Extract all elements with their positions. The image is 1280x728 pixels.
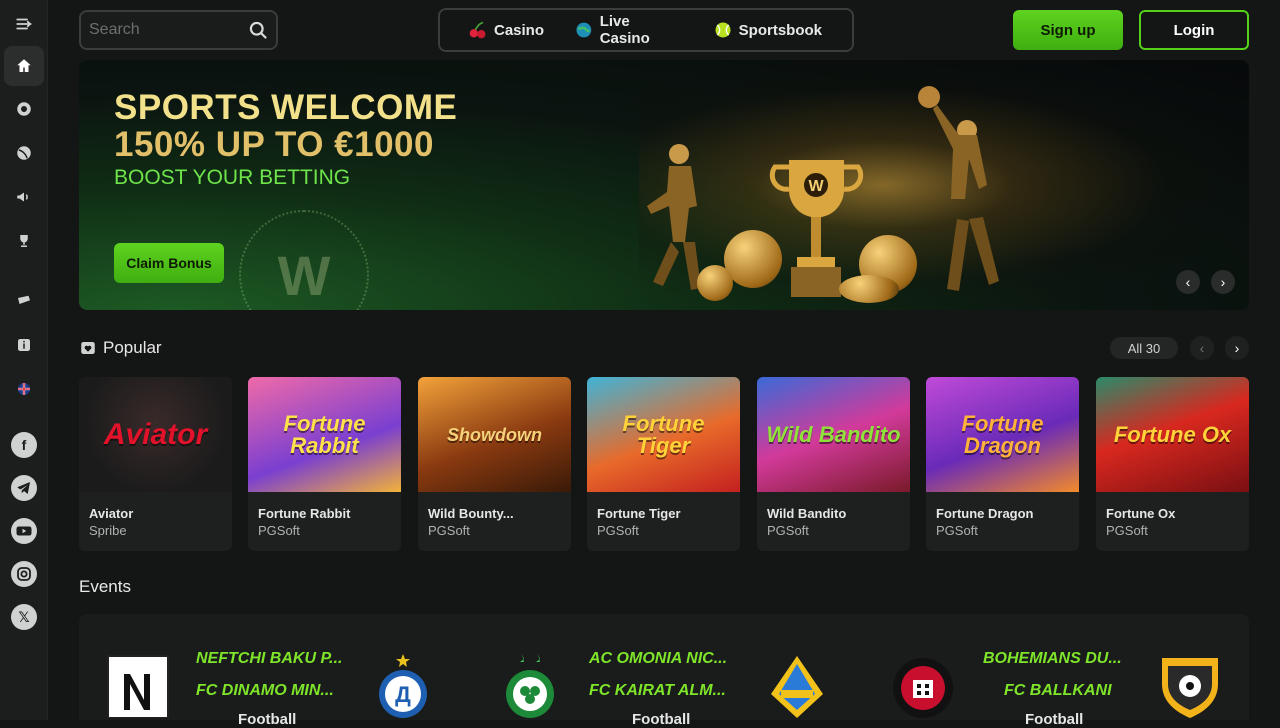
events-title: Events bbox=[79, 577, 131, 596]
sports-ball-icon[interactable] bbox=[4, 133, 44, 173]
top-bar: Casino Live Casino Sportsbook Sign up Lo… bbox=[48, 0, 1280, 60]
game-provider: PGSoft bbox=[597, 523, 639, 538]
game-thumbnail-title: Aviator bbox=[103, 417, 208, 451]
game-thumbnail: Fortune Ox bbox=[1096, 377, 1249, 492]
casino-chip-icon[interactable] bbox=[4, 89, 44, 129]
game-thumbnail: Fortune Tiger bbox=[587, 377, 740, 492]
game-thumbnail-title: Showdown bbox=[447, 424, 542, 445]
product-nav: Casino Live Casino Sportsbook bbox=[438, 8, 854, 52]
claim-bonus-button[interactable]: Claim Bonus bbox=[114, 243, 224, 283]
event-away-team[interactable]: FC DINAMO MIN... bbox=[196, 682, 334, 700]
menu-toggle-icon[interactable] bbox=[4, 4, 44, 44]
event-away-team[interactable]: FC KAIRAT ALM... bbox=[589, 682, 726, 700]
telegram-icon[interactable] bbox=[4, 468, 44, 508]
language-flag-uk-icon[interactable] bbox=[4, 369, 44, 409]
game-card[interactable]: Wild Bandito Wild Bandito PGSoft bbox=[757, 377, 910, 551]
promo-banner[interactable]: W SPORTS WELCOME 150% UP TO €1000 BOOST … bbox=[79, 60, 1249, 310]
game-provider: PGSoft bbox=[936, 523, 978, 538]
facebook-icon[interactable]: f bbox=[4, 425, 44, 465]
popular-all-button[interactable]: All 30 bbox=[1110, 337, 1178, 359]
banner-prev-arrow[interactable]: ‹ bbox=[1176, 270, 1200, 294]
game-name: Fortune Ox bbox=[1106, 506, 1176, 521]
team-crest-neftchi-icon bbox=[107, 655, 169, 718]
youtube-icon[interactable] bbox=[4, 511, 44, 551]
game-provider: PGSoft bbox=[1106, 523, 1148, 538]
game-thumbnail-title: Fortune Ox bbox=[1113, 421, 1232, 447]
info-icon[interactable] bbox=[4, 325, 44, 365]
tab-sportsbook-label: Sportsbook bbox=[738, 21, 822, 39]
game-card[interactable]: Fortune Ox Fortune Ox PGSoft bbox=[1096, 377, 1249, 551]
search-icon[interactable] bbox=[248, 20, 268, 40]
game-provider: PGSoft bbox=[258, 523, 300, 538]
game-provider: Spribe bbox=[89, 523, 127, 538]
game-card[interactable]: Fortune Dragon Fortune Dragon PGSoft bbox=[926, 377, 1079, 551]
team-crest-ballkani-icon bbox=[1162, 658, 1218, 718]
game-thumbnail: Showdown bbox=[418, 377, 571, 492]
login-button[interactable]: Login bbox=[1139, 10, 1249, 50]
game-thumbnail-title: Wild Bandito bbox=[766, 421, 901, 447]
football-illustration bbox=[839, 275, 899, 303]
events-panel: NEFTCHI BAKU P... FC DINAMO MIN... Footb… bbox=[79, 614, 1249, 728]
game-name: Wild Bandito bbox=[767, 506, 847, 521]
banner-title-line1: SPORTS WELCOME bbox=[114, 88, 458, 127]
game-provider: PGSoft bbox=[767, 523, 809, 538]
team-crest-omonia-icon bbox=[506, 654, 554, 718]
svg-text:W: W bbox=[808, 178, 824, 195]
popular-prev-arrow[interactable]: ‹ bbox=[1190, 336, 1214, 360]
team-crest-bohemians-icon bbox=[893, 658, 953, 718]
game-card[interactable]: Fortune Rabbit Fortune Rabbit PGSoft bbox=[248, 377, 401, 551]
game-card[interactable]: Showdown Wild Bounty... PGSoft bbox=[418, 377, 571, 551]
cherry-icon bbox=[469, 21, 486, 39]
ball-small-illustration bbox=[697, 265, 733, 301]
game-thumbnail: Wild Bandito bbox=[757, 377, 910, 492]
banner-w-logo: W bbox=[239, 210, 369, 310]
tab-live-casino-label: Live Casino bbox=[599, 13, 650, 47]
event-away-team[interactable]: FC BALLKANI bbox=[1004, 682, 1112, 700]
event-home-team[interactable]: NEFTCHI BAKU P... bbox=[196, 650, 342, 668]
game-thumbnail: Fortune Dragon bbox=[926, 377, 1079, 492]
heart-tag-icon bbox=[81, 342, 95, 354]
popular-heading: Popular bbox=[79, 338, 162, 358]
game-thumbnail-title: Fortune Rabbit bbox=[283, 410, 366, 458]
banner-title-line2: 150% UP TO €1000 bbox=[114, 125, 434, 164]
globe-icon bbox=[576, 22, 592, 38]
game-thumbnail: Aviator bbox=[79, 377, 232, 492]
game-thumbnail: Fortune Rabbit bbox=[248, 377, 401, 492]
game-name: Fortune Tiger bbox=[597, 506, 681, 521]
home-icon[interactable] bbox=[4, 46, 44, 86]
promotions-megaphone-icon[interactable] bbox=[4, 177, 44, 217]
game-thumbnail-title: Fortune Tiger bbox=[622, 410, 705, 458]
game-name: Fortune Dragon bbox=[936, 506, 1034, 521]
team-crest-kairat-icon bbox=[771, 656, 823, 718]
x-twitter-icon[interactable]: 𝕏 bbox=[4, 597, 44, 637]
banner-subtitle: BOOST YOUR BETTING bbox=[114, 166, 351, 189]
search-input[interactable] bbox=[89, 21, 239, 39]
search-box[interactable] bbox=[79, 10, 278, 50]
svg-text:Д: Д bbox=[395, 682, 411, 707]
event-home-team[interactable]: BOHEMIANS DU... bbox=[983, 650, 1122, 668]
game-provider: PGSoft bbox=[428, 523, 470, 538]
tab-live-casino[interactable]: Live Casino bbox=[574, 13, 683, 47]
popular-next-arrow[interactable]: › bbox=[1225, 336, 1249, 360]
basketball-player-illustration bbox=[918, 86, 999, 291]
sidebar: f 𝕏 bbox=[0, 0, 48, 720]
event-home-team[interactable]: AC OMONIA NIC... bbox=[589, 650, 727, 668]
signup-button[interactable]: Sign up bbox=[1013, 10, 1123, 50]
sportsbook-ticket-icon[interactable] bbox=[4, 281, 44, 321]
game-name: Fortune Rabbit bbox=[258, 506, 351, 521]
trophy-icon[interactable] bbox=[4, 221, 44, 261]
tab-casino[interactable]: Casino bbox=[468, 20, 544, 40]
instagram-icon[interactable] bbox=[4, 554, 44, 594]
game-name: Wild Bounty... bbox=[428, 506, 514, 521]
tab-casino-label: Casino bbox=[494, 21, 545, 39]
game-card[interactable]: Aviator Aviator Spribe bbox=[79, 377, 232, 551]
game-thumbnail-title: Fortune Dragon bbox=[961, 410, 1044, 458]
game-card[interactable]: Fortune Tiger Fortune Tiger PGSoft bbox=[587, 377, 740, 551]
tennis-ball-icon bbox=[715, 22, 731, 38]
popular-title: Popular bbox=[103, 338, 162, 357]
team-crest-dinamo-icon: Д bbox=[379, 654, 427, 718]
banner-next-arrow[interactable]: › bbox=[1211, 270, 1235, 294]
game-name: Aviator bbox=[89, 506, 134, 521]
tab-sportsbook[interactable]: Sportsbook bbox=[713, 20, 822, 40]
